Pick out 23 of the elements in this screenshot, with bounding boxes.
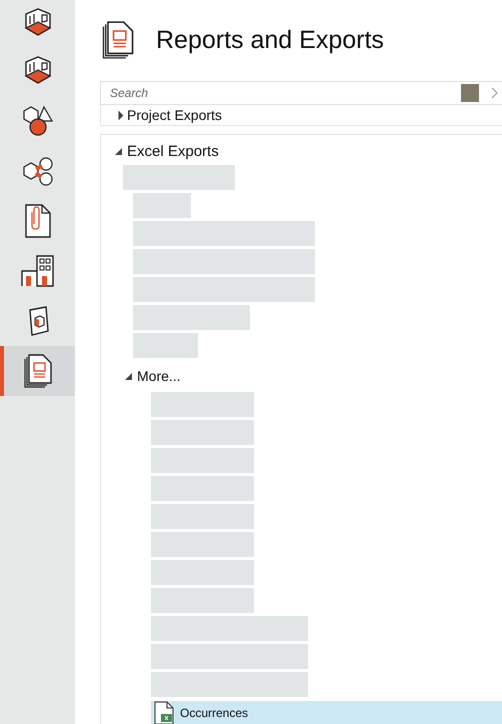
room-icon [22,8,52,38]
tree-leaf[interactable]: Occurrences [151,701,502,724]
package-book-icon [26,306,48,336]
shapes-icon [22,105,54,137]
search-bar[interactable]: Search [100,80,502,106]
redacted-label [133,333,198,358]
building-icon [20,255,54,287]
expand-arrow-icon[interactable] [125,372,132,380]
tree-node-label[interactable]: Excel Exports [127,142,219,160]
tree-node-label[interactable]: Project Exports [127,107,222,124]
color-swatch[interactable] [461,84,479,102]
search-field[interactable]: Search [101,85,461,101]
report-icon [24,354,52,388]
chevron-right-icon[interactable] [491,87,498,99]
redacted-label [133,193,191,218]
tree-node-label[interactable]: More... [137,368,181,384]
page-title: Reports and Exports [156,26,384,55]
nav-item[interactable] [0,346,75,396]
expand-arrow-icon[interactable] [115,148,122,154]
room-icon [22,56,52,86]
cube-network-icon [22,155,54,187]
attachment-icon [24,204,50,238]
report-icon [100,21,136,60]
